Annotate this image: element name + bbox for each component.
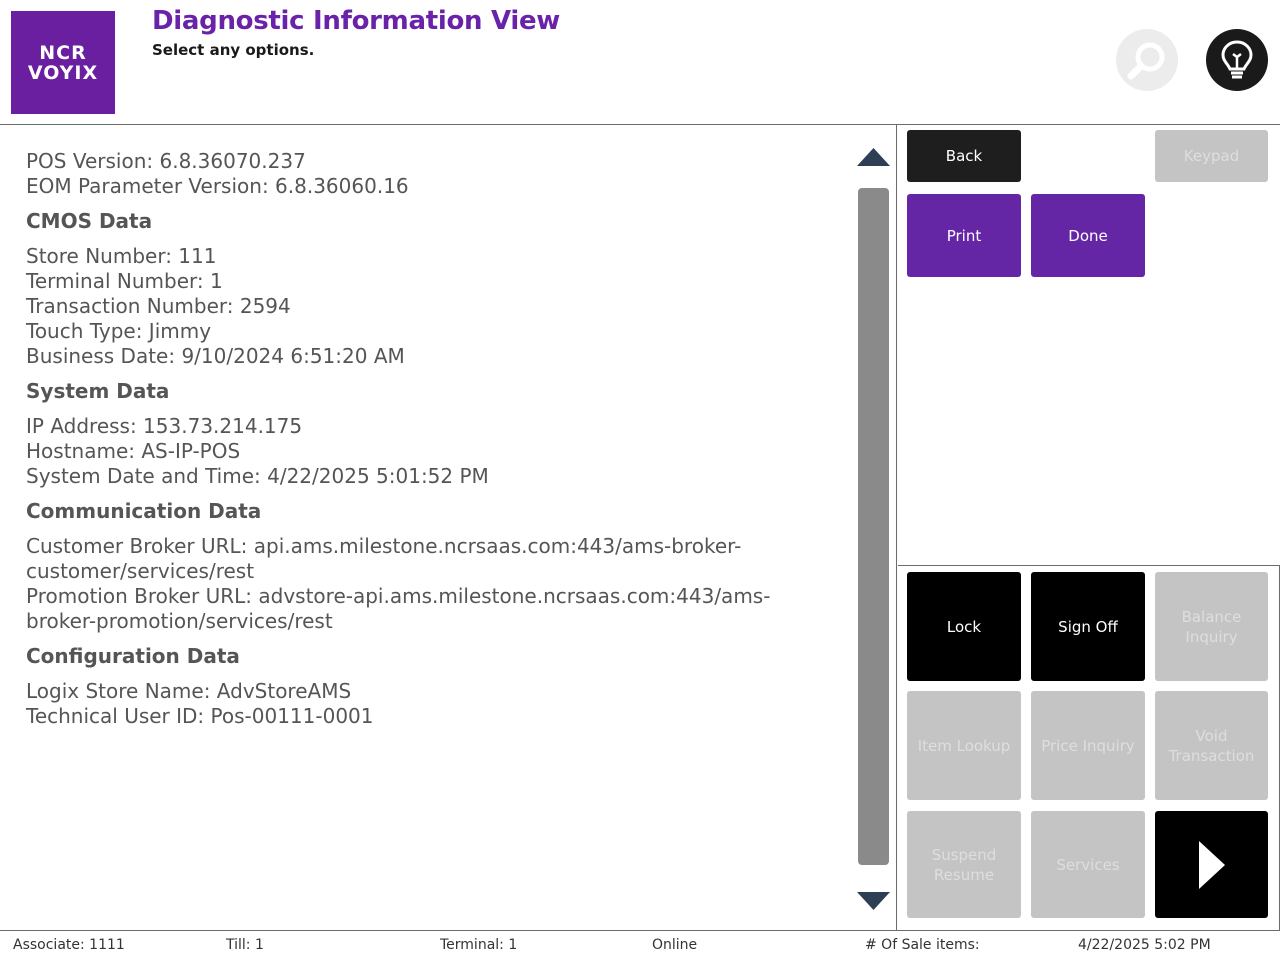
done-button[interactable]: Done [1031, 194, 1145, 277]
logix-store-name: Logix Store Name: AdvStoreAMS [26, 679, 352, 703]
store-number: Store Number: 111 [26, 244, 217, 268]
status-sale-items: # Of Sale items: [865, 937, 980, 953]
void-transaction-button[interactable]: Void Transaction [1155, 691, 1268, 800]
suspend-resume-label-2: Resume [933, 865, 995, 884]
services-button[interactable]: Services [1031, 811, 1145, 918]
print-button[interactable]: Print [907, 194, 1021, 277]
balance-inquiry-label-2: Inquiry [1185, 627, 1238, 646]
header: NCR VOYIX Diagnostic Information View Se… [0, 0, 1280, 125]
navigation-button-panel [898, 125, 1280, 566]
suspend-resume-button[interactable]: Suspend Resume [907, 811, 1021, 918]
next-page-button[interactable] [1155, 811, 1268, 918]
status-till: Till: 1 [226, 937, 264, 953]
lightbulb-icon [1221, 40, 1253, 79]
technical-user-id: Technical User ID: Pos-00111-0001 [26, 704, 374, 728]
business-date: Business Date: 9/10/2024 6:51:20 AM [26, 344, 405, 368]
balance-inquiry-label-1: Balance [1181, 607, 1242, 626]
page-subtitle: Select any options. [152, 41, 315, 59]
touch-type: Touch Type: Jimmy [26, 319, 212, 343]
configuration-data-heading: Configuration Data [26, 644, 240, 668]
hostname: Hostname: AS-IP-POS [26, 439, 241, 463]
lock-button[interactable]: Lock [907, 572, 1021, 681]
promotion-broker-url-line-1: Promotion Broker URL: advstore-api.ams.m… [26, 584, 771, 608]
back-button[interactable]: Back [907, 130, 1021, 182]
void-transaction-label-1: Void [1195, 726, 1228, 745]
status-bar: Associate: 1111 Till: 1 Terminal: 1 Onli… [0, 930, 1280, 960]
promotion-broker-url-line-2: broker-promotion/services/rest [26, 609, 333, 633]
system-data-heading: System Data [26, 379, 170, 403]
keypad-button[interactable]: Keypad [1155, 130, 1268, 182]
status-online: Online [652, 937, 698, 953]
suspend-resume-label-1: Suspend [931, 845, 997, 864]
pos-version: POS Version: 6.8.36070.237 [26, 149, 306, 173]
scroll-up-arrow-icon[interactable] [857, 148, 890, 166]
balance-inquiry-button[interactable]: Balance Inquiry [1155, 572, 1268, 681]
status-terminal: Terminal: 1 [440, 937, 518, 953]
item-lookup-button[interactable]: Item Lookup [907, 691, 1021, 800]
help-tip-button[interactable] [1206, 29, 1268, 91]
customer-broker-url-line-1: Customer Broker URL: api.ams.milestone.n… [26, 534, 742, 558]
terminal-number: Terminal Number: 1 [26, 269, 223, 293]
logo-line-1: NCR [39, 41, 87, 64]
transaction-number: Transaction Number: 2594 [26, 294, 291, 318]
communication-data-heading: Communication Data [26, 499, 262, 523]
customer-broker-url-line-2: customer/services/rest [26, 559, 255, 583]
status-associate: Associate: 1111 [13, 937, 125, 953]
void-transaction-label-2: Transaction [1168, 746, 1255, 765]
scrollbar-thumb[interactable] [858, 188, 889, 865]
ncr-voyix-logo: NCR VOYIX [11, 11, 115, 114]
scroll-down-arrow-icon[interactable] [857, 892, 890, 910]
system-date-time: System Date and Time: 4/22/2025 5:01:52 … [26, 464, 489, 488]
sign-off-button[interactable]: Sign Off [1031, 572, 1145, 681]
diagnostic-info-content: POS Version: 6.8.36070.237 EOM Parameter… [26, 149, 826, 729]
cmos-data-heading: CMOS Data [26, 209, 153, 233]
eom-parameter-version: EOM Parameter Version: 6.8.36060.16 [26, 174, 409, 198]
page-title: Diagnostic Information View [152, 6, 561, 36]
diagnostic-info-pane: POS Version: 6.8.36070.237 EOM Parameter… [0, 125, 897, 930]
ip-address: IP Address: 153.73.214.175 [26, 414, 303, 438]
status-datetime: 4/22/2025 5:02 PM [1078, 937, 1211, 953]
search-icon [1127, 42, 1165, 80]
search-button[interactable] [1116, 29, 1178, 91]
price-inquiry-button[interactable]: Price Inquiry [1031, 691, 1145, 800]
logo-line-2: VOYIX [27, 61, 99, 84]
chevron-right-icon [1198, 840, 1225, 889]
